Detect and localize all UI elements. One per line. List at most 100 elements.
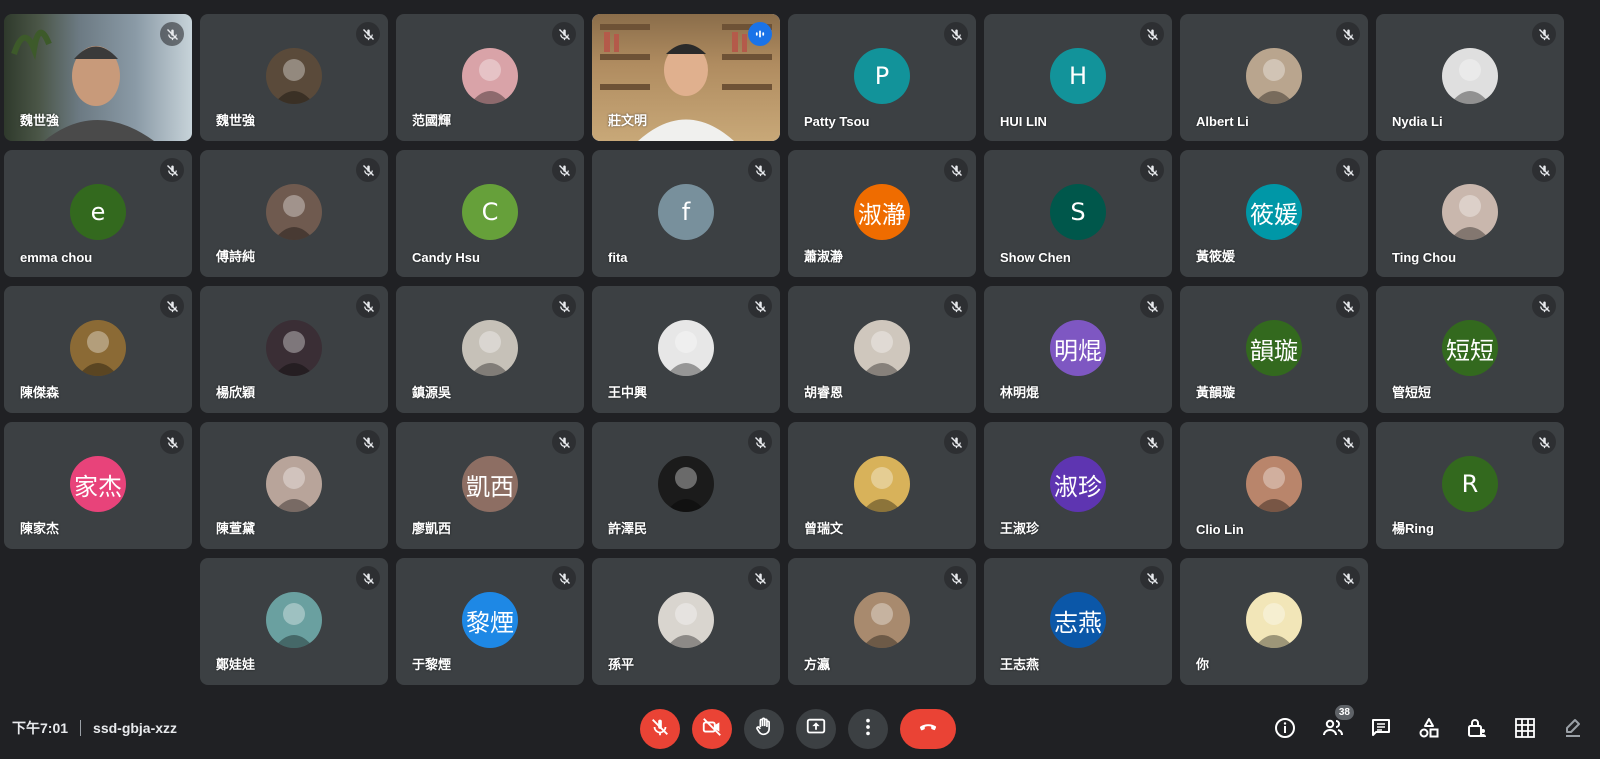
participant-tile[interactable]: Albert Li (1180, 14, 1368, 141)
participant-tile[interactable]: 魏世強 (200, 14, 388, 141)
participant-tile[interactable]: 志燕 王志燕 (984, 558, 1172, 685)
mic-off-icon (160, 22, 184, 46)
avatar-initials: 凱西 (462, 456, 518, 512)
mic-off-icon (748, 158, 772, 182)
activities-button[interactable] (1412, 713, 1446, 747)
chat-button[interactable] (1364, 713, 1398, 747)
bottom-control-bar: 下午7:01 ssd-gbja-xzz 38 (0, 700, 1600, 759)
pen-icon (1561, 716, 1585, 745)
participant-name: 方瀛 (804, 657, 831, 672)
participant-tile[interactable]: 王中興 (592, 286, 780, 413)
camera-toggle-button[interactable] (692, 709, 732, 749)
hand-icon (753, 716, 775, 743)
participant-tile[interactable]: 范國輝 (396, 14, 584, 141)
avatar-photo (854, 456, 910, 512)
participant-tile[interactable]: 魏世強 (4, 14, 192, 141)
participant-tile[interactable]: Clio Lin (1180, 422, 1368, 549)
clock-time: 下午7:01 (12, 720, 69, 736)
participant-name: 楊Ring (1392, 521, 1434, 536)
participant-name: 莊文明 (608, 113, 648, 128)
participant-tile[interactable]: R 楊Ring (1376, 422, 1564, 549)
participant-name: 黃筱媛 (1196, 249, 1236, 264)
mic-off-icon (944, 158, 968, 182)
whiteboard-button[interactable] (1556, 713, 1590, 747)
mic-off-icon (944, 566, 968, 590)
participant-tile[interactable]: 胡睿恩 (788, 286, 976, 413)
grid-icon (1513, 716, 1537, 745)
meeting-code[interactable]: ssd-gbja-xzz (93, 720, 177, 736)
participant-tile[interactable]: S Show Chen (984, 150, 1172, 277)
participant-tile[interactable]: Ting Chou (1376, 150, 1564, 277)
camera-off-icon (701, 716, 723, 743)
participant-name: 傅詩純 (216, 249, 256, 264)
mic-off-icon (356, 566, 380, 590)
participant-tile[interactable]: 方瀛 (788, 558, 976, 685)
host-controls-button[interactable] (1460, 713, 1494, 747)
divider (80, 720, 82, 736)
participant-tile[interactable]: f fita (592, 150, 780, 277)
avatar-initials: H (1050, 48, 1106, 104)
participant-tile[interactable]: 韻璇 黃韻璇 (1180, 286, 1368, 413)
participant-tile[interactable]: 陳萱黛 (200, 422, 388, 549)
participant-tile[interactable]: 黎煙 于黎煙 (396, 558, 584, 685)
meeting-details-button[interactable] (1268, 713, 1302, 747)
chat-icon (1369, 716, 1393, 745)
mic-off-icon (1140, 294, 1164, 318)
participant-tile[interactable]: 淑珍 王淑珍 (984, 422, 1172, 549)
more-options-button[interactable] (848, 709, 888, 749)
mic-off-icon (356, 158, 380, 182)
mic-off-icon (552, 294, 576, 318)
participant-tile[interactable]: 莊文明 (592, 14, 780, 141)
present-screen-button[interactable] (796, 709, 836, 749)
more-vert-icon (857, 716, 879, 743)
participant-name: 魏世強 (216, 113, 256, 128)
participant-tile[interactable]: 家杰 陳家杰 (4, 422, 192, 549)
participant-tile[interactable]: 孫平 (592, 558, 780, 685)
participant-tile[interactable]: 你 (1180, 558, 1368, 685)
participant-name: 陳傑森 (20, 385, 60, 400)
participant-name: 胡睿恩 (804, 385, 844, 400)
participant-tile[interactable]: P Patty Tsou (788, 14, 976, 141)
participant-name: 王中興 (608, 385, 648, 400)
participant-tile[interactable]: 曾瑞文 (788, 422, 976, 549)
participant-name: 范國輝 (412, 113, 452, 128)
info-icon (1273, 716, 1297, 745)
leave-call-button[interactable] (900, 709, 956, 749)
participant-tile[interactable]: 傅詩純 (200, 150, 388, 277)
participant-tile[interactable]: 鎮源吳 (396, 286, 584, 413)
participant-tile[interactable]: 楊欣穎 (200, 286, 388, 413)
avatar-photo (658, 592, 714, 648)
avatar-initials: 短短 (1442, 320, 1498, 376)
avatar-photo (462, 320, 518, 376)
avatar-initials: 黎煙 (462, 592, 518, 648)
participant-tile[interactable]: 淑瀞 蕭淑瀞 (788, 150, 976, 277)
mic-off-icon (1532, 158, 1556, 182)
participant-tile[interactable]: H HUI LIN (984, 14, 1172, 141)
grid-view-button[interactable] (1508, 713, 1542, 747)
mic-off-icon (1532, 294, 1556, 318)
avatar-initials: 志燕 (1050, 592, 1106, 648)
participant-tile[interactable]: 鄭娃娃 (200, 558, 388, 685)
participant-name: 黃韻璇 (1196, 385, 1236, 400)
mic-off-icon (1336, 22, 1360, 46)
participant-name: fita (608, 250, 628, 265)
participant-tile[interactable]: 許澤民 (592, 422, 780, 549)
participant-tile[interactable]: 凱西 廖凱西 (396, 422, 584, 549)
participant-tile[interactable]: Nydia Li (1376, 14, 1564, 141)
speaking-indicator-icon (748, 22, 772, 46)
participant-tile[interactable]: 明焜 林明焜 (984, 286, 1172, 413)
participant-tile[interactable]: e emma chou (4, 150, 192, 277)
people-button[interactable]: 38 (1316, 705, 1354, 747)
participant-tile[interactable]: 陳傑森 (4, 286, 192, 413)
raise-hand-button[interactable] (744, 709, 784, 749)
participant-tile[interactable]: C Candy Hsu (396, 150, 584, 277)
participant-tile[interactable]: 短短 管短短 (1376, 286, 1564, 413)
mic-off-icon (1336, 430, 1360, 454)
participant-tile[interactable]: 筱媛 黃筱媛 (1180, 150, 1368, 277)
mic-off-icon (356, 22, 380, 46)
participant-name: 楊欣穎 (216, 385, 256, 400)
mic-toggle-button[interactable] (640, 709, 680, 749)
avatar-photo (1246, 48, 1302, 104)
participant-name: Ting Chou (1392, 250, 1457, 265)
avatar-photo (266, 184, 322, 240)
